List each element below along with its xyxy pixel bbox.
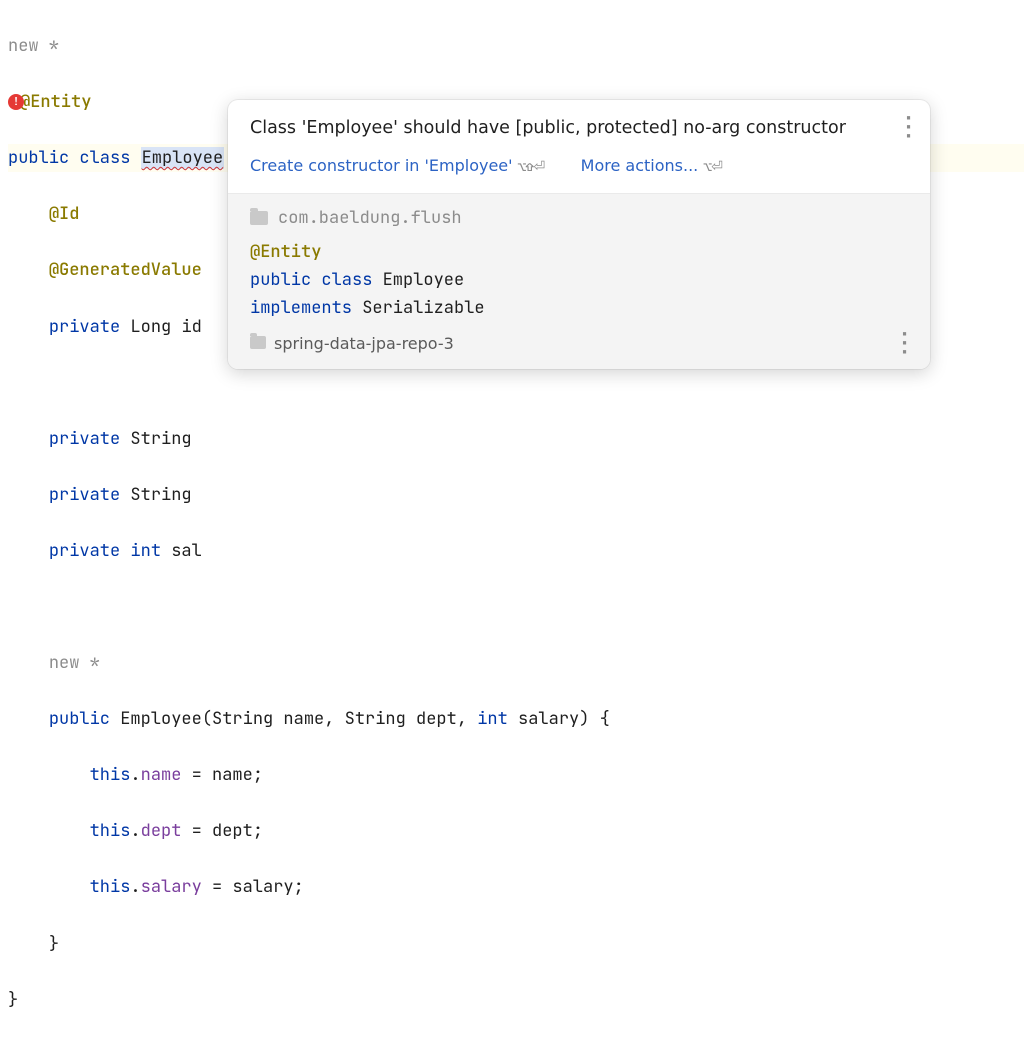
- module-icon: [250, 336, 266, 349]
- package-icon: [250, 211, 268, 225]
- popup-more-icon[interactable]: ···: [905, 114, 912, 141]
- module-label: spring-data-jpa-repo-3: [250, 331, 454, 357]
- preview-annotation: @Entity: [250, 241, 321, 263]
- inspection-title: Class 'Employee' should have [public, pr…: [250, 114, 846, 143]
- shortcut-more: ⌥⏎: [703, 158, 722, 176]
- inlay-new: new *: [8, 35, 59, 57]
- create-constructor-action[interactable]: Create constructor in 'Employee': [250, 156, 513, 175]
- annotation-entity: @Entity: [20, 91, 91, 113]
- inspection-popup: Class 'Employee' should have [public, pr…: [228, 100, 930, 369]
- package-name: com.baeldung.flush: [278, 204, 462, 232]
- annotation-generated: @GeneratedValue: [49, 259, 202, 281]
- popup-actions-row: Create constructor in 'Employee' ⌥⇧⏎ Mor…: [250, 153, 912, 179]
- more-actions-link[interactable]: More actions...: [581, 156, 699, 175]
- shortcut-create: ⌥⇧⏎: [518, 158, 545, 176]
- class-name[interactable]: Employee: [141, 147, 225, 169]
- inlay-new-ctor: new *: [49, 652, 100, 674]
- annotation-id: @Id: [49, 203, 80, 225]
- popup-footer-more-icon[interactable]: ···: [901, 330, 908, 357]
